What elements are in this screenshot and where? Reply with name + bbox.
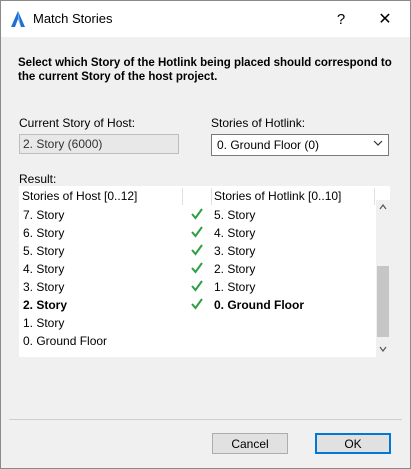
hotlink-story-cell: 5. Story [214,208,256,222]
host-story-cell: 5. Story [23,244,65,258]
ok-button[interactable]: OK [315,433,391,454]
hotlink-story-cell: 0. Ground Floor [214,298,304,312]
table-row[interactable]: 4. Story 2. Story [20,260,375,278]
hotlink-stories-label: Stories of Hotlink: [211,116,306,130]
hotlink-story-cell: 1. Story [214,280,256,294]
instruction-text: Select which Story of the Hotlink being … [18,57,392,83]
table-row[interactable]: 3. Story 1. Story [20,278,375,296]
host-story-cell: 3. Story [23,280,65,294]
match-column-header [182,188,210,205]
hotlink-column-header[interactable]: Stories of Hotlink [0..10] [211,188,375,205]
window-title: Match Stories [33,11,113,26]
footer-separator [9,419,402,420]
host-story-cell: 7. Story [23,208,65,222]
hotlink-story-selected: 0. Ground Floor (0) [217,138,320,152]
scroll-down-icon[interactable] [378,344,388,354]
checkmark-icon[interactable] [190,207,204,221]
hotlink-story-select[interactable]: 0. Ground Floor (0) [211,134,389,156]
scroll-up-icon[interactable] [378,202,388,212]
scrollbar-thumb[interactable] [377,266,389,337]
archicad-app-icon [11,11,25,27]
host-story-cell: 1. Story [23,316,65,330]
checkmark-icon[interactable] [190,279,204,293]
host-column-header[interactable]: Stories of Host [0..12] [20,188,183,205]
host-story-cell: 4. Story [23,262,65,276]
title-bar: Match Stories ? ✕ [1,1,410,37]
current-story-label: Current Story of Host: [19,116,136,130]
host-story-cell: 2. Story [23,298,68,312]
result-label: Result: [19,172,57,186]
hotlink-story-cell: 4. Story [214,226,256,240]
checkmark-icon[interactable] [190,297,204,311]
result-list[interactable]: Stories of Host [0..12] Stories of Hotli… [19,186,390,357]
table-row[interactable]: 1. Story [20,314,375,332]
current-story-field: 2. Story (6000) [19,134,179,154]
hotlink-story-cell: 2. Story [214,262,256,276]
host-story-cell: 6. Story [23,226,65,240]
checkmark-icon[interactable] [190,225,204,239]
table-row[interactable]: 7. Story 5. Story [20,206,375,224]
table-row[interactable]: 6. Story 4. Story [20,224,375,242]
table-row[interactable]: 2. Story 0. Ground Floor [20,296,375,314]
cancel-button[interactable]: Cancel [212,433,288,454]
match-stories-dialog: Match Stories ? ✕ Select which Story of … [0,0,411,469]
table-row[interactable]: 0. Ground Floor [20,332,375,350]
checkmark-icon[interactable] [190,243,204,257]
hotlink-story-cell: 3. Story [214,244,256,258]
result-scrollbar[interactable] [376,200,390,357]
help-button[interactable]: ? [319,1,363,37]
host-story-cell: 0. Ground Floor [23,334,108,348]
checkmark-icon[interactable] [190,261,204,275]
table-row[interactable]: 5. Story 3. Story [20,242,375,260]
chevron-down-icon [373,140,383,146]
close-button[interactable]: ✕ [363,1,407,37]
